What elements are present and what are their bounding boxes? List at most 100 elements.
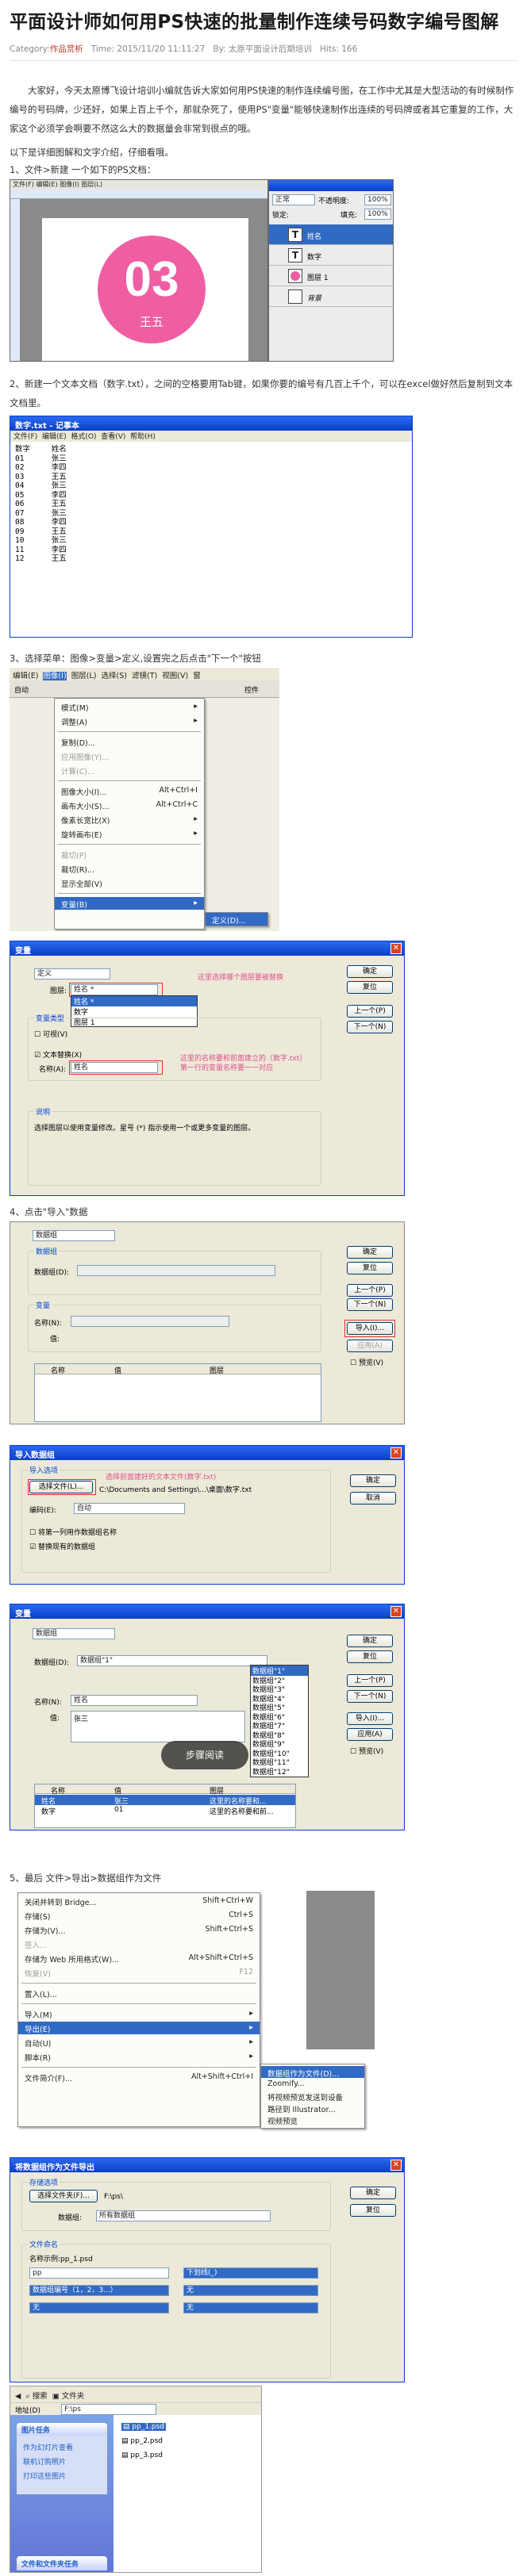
menu-edit[interactable]: 编辑(E) bbox=[13, 672, 38, 680]
reset-button[interactable]: 复位 bbox=[347, 981, 393, 994]
file-item[interactable]: ▤ pp_2.psd bbox=[121, 2437, 163, 2445]
first-column-checkbox[interactable]: ☐ 将第一列用作数据组名称 bbox=[29, 1527, 117, 1537]
name-select[interactable] bbox=[71, 1316, 229, 1327]
panel-title[interactable]: 图片任务 bbox=[17, 2423, 107, 2436]
naming-field-2[interactable]: 下划线(_) bbox=[183, 2267, 318, 2279]
dataset-select[interactable] bbox=[77, 1265, 275, 1276]
text-replace-checkbox[interactable]: ☑ 文本替换(X) bbox=[34, 1049, 82, 1060]
dropdown-option[interactable]: 姓名 * bbox=[71, 996, 197, 1006]
import-button[interactable]: 导入(I)... bbox=[347, 1712, 393, 1725]
file-item[interactable]: ▤ pp_3.psd bbox=[121, 2451, 163, 2459]
task-print[interactable]: 打印这些图片 bbox=[23, 2471, 66, 2481]
notepad-menu-edit[interactable]: 编辑(E) bbox=[42, 433, 67, 441]
menu-item[interactable]: 应用图像(Y)... bbox=[55, 749, 204, 762]
menu-item[interactable]: 签入... bbox=[18, 1938, 260, 1950]
submenu-item[interactable]: 数据组作为文件(D)... bbox=[261, 2066, 364, 2079]
ok-button[interactable]: 确定 bbox=[347, 1246, 393, 1259]
menu-item[interactable]: 文件简介(F)... Alt+Shift+Ctrl+I bbox=[18, 2071, 260, 2083]
mode-select[interactable]: 数据组 bbox=[33, 1628, 115, 1639]
folder-icon[interactable]: ▣ bbox=[52, 2392, 60, 2401]
submenu-item[interactable]: Zoomify... bbox=[261, 2078, 364, 2090]
search-button[interactable]: 搜索 bbox=[33, 2392, 48, 2401]
ps-canvas[interactable]: 03 王五 bbox=[42, 218, 248, 361]
menu-item[interactable]: 调整(A) ▸ bbox=[55, 715, 204, 727]
menu-item[interactable]: 模式(M) ▸ bbox=[55, 700, 204, 713]
menu-image[interactable]: 图像(I) bbox=[43, 672, 67, 680]
menu-item[interactable]: 变量(B) ▸ bbox=[55, 897, 204, 910]
menu-item[interactable]: 像素长宽比(X) ▸ bbox=[55, 813, 204, 826]
table-row[interactable]: 姓名 张三 这里的名称要和... bbox=[35, 1795, 295, 1806]
submenu-item[interactable]: 视频预览 bbox=[261, 2114, 364, 2126]
menu-item[interactable]: 脚本(R) ▸ bbox=[18, 2050, 260, 2063]
prev-button[interactable]: 上一个(P) bbox=[347, 1674, 393, 1687]
dataset-option[interactable]: 数据组"12" bbox=[251, 1766, 308, 1777]
ok-button[interactable]: 确定 bbox=[350, 1474, 396, 1487]
address-input[interactable]: F:\ps bbox=[61, 2404, 156, 2415]
mode-select[interactable]: 数据组 bbox=[33, 1230, 115, 1241]
reset-button[interactable]: 复位 bbox=[347, 1262, 393, 1275]
table-row[interactable]: 数字 01 这里的名称要和前... bbox=[35, 1805, 295, 1816]
menu-item[interactable]: 存储为 Web 所用格式(W)... Alt+Shift+Ctrl+S bbox=[18, 1952, 260, 1965]
naming-field-6[interactable]: 无 bbox=[183, 2302, 318, 2313]
prev-button[interactable]: 上一个(P) bbox=[347, 1005, 393, 1018]
reset-button[interactable]: 复位 bbox=[350, 2204, 396, 2217]
menu-item[interactable]: 自动(U) ▸ bbox=[18, 2036, 260, 2049]
menu-item[interactable]: 导入(M) ▸ bbox=[18, 2007, 260, 2020]
menu-view[interactable]: 视图(V) bbox=[162, 672, 188, 680]
menu-item[interactable]: 存储(S) Ctrl+S bbox=[18, 1909, 260, 1922]
menu-select[interactable]: 选择(S) bbox=[102, 672, 127, 680]
ps-menu-image[interactable]: 图像(I) bbox=[60, 181, 79, 188]
ps-menu-layer[interactable]: 图层(L) bbox=[81, 181, 102, 188]
notepad-text[interactable]: 数字 姓名 01 张三 02 李四 03 王五 04 张三 05 李四 06 王… bbox=[15, 445, 67, 564]
preview-checkbox[interactable]: ☐ 预览(V) bbox=[350, 1357, 383, 1367]
file-tasks-title[interactable]: 文件和文件夹任务 bbox=[17, 2556, 107, 2570]
replace-checkbox[interactable]: ☑ 替换现有的数据组 bbox=[29, 1541, 95, 1551]
menu-item[interactable]: 显示全部(V) bbox=[55, 876, 204, 889]
apply-button[interactable]: 应用(A) bbox=[347, 1728, 393, 1741]
reset-button[interactable]: 复位 bbox=[347, 1650, 393, 1663]
mode-select[interactable]: 定义 bbox=[34, 968, 110, 979]
dropdown-option[interactable]: 数字 bbox=[74, 1006, 88, 1017]
blend-mode-select[interactable]: 正常 bbox=[272, 194, 315, 205]
menu-item[interactable]: 恢复(V) F12 bbox=[18, 1966, 260, 1979]
naming-field-3[interactable]: 数据组编号（1，2，3...） bbox=[29, 2285, 169, 2296]
task-order-photos[interactable]: 联机订购照片 bbox=[23, 2456, 66, 2467]
file-item[interactable]: ▤ pp_1.psd bbox=[121, 2423, 167, 2431]
next-button[interactable]: 下一个(N) bbox=[347, 1690, 393, 1703]
value-textarea[interactable]: 张三 bbox=[71, 1711, 245, 1742]
close-icon[interactable]: ✕ bbox=[390, 2160, 402, 2171]
encoding-select[interactable]: 自动 bbox=[74, 1503, 185, 1514]
back-icon[interactable]: ◀ bbox=[15, 2392, 21, 2401]
ok-button[interactable]: 确定 bbox=[350, 2187, 396, 2199]
notepad-menu-help[interactable]: 帮助(H) bbox=[130, 433, 156, 441]
apply-button[interactable]: 应用(A) bbox=[347, 1340, 393, 1352]
task-slideshow[interactable]: 作为幻灯片查看 bbox=[23, 2442, 73, 2452]
naming-field-4[interactable]: 无 bbox=[183, 2285, 318, 2296]
close-icon[interactable]: ✕ bbox=[390, 943, 402, 954]
ok-button[interactable]: 确定 bbox=[347, 965, 393, 978]
menu-item[interactable]: 图像大小(I)... Alt+Ctrl+I bbox=[55, 784, 204, 797]
dataset-select[interactable]: 所有数据组 bbox=[96, 2210, 271, 2221]
naming-field-1[interactable]: pp bbox=[29, 2267, 169, 2279]
close-icon[interactable]: ✕ bbox=[390, 1447, 402, 1459]
close-icon[interactable]: ✕ bbox=[390, 1606, 402, 1617]
category-link[interactable]: 作品赏析 bbox=[50, 44, 83, 54]
ps-menu-file[interactable]: 文件(F) bbox=[13, 181, 34, 188]
layer-row-number[interactable]: T 数字 bbox=[269, 245, 393, 266]
menu-item[interactable]: 复制(D)... bbox=[55, 735, 204, 748]
step-reading-overlay[interactable]: 步骤阅读 bbox=[161, 1741, 248, 1769]
menu-item[interactable]: 关闭并转到 Bridge... Shift+Ctrl+W bbox=[18, 1895, 260, 1907]
preview-checkbox[interactable]: ☐ 预览(V) bbox=[350, 1746, 383, 1756]
folders-button[interactable]: 文件夹 bbox=[62, 2392, 85, 2401]
menu-window[interactable]: 窗 bbox=[193, 672, 201, 680]
next-button[interactable]: 下一个(N) bbox=[347, 1021, 393, 1033]
layer-row-background[interactable]: 背景 bbox=[269, 286, 393, 307]
menu-item[interactable]: 计算(C)... bbox=[55, 764, 204, 776]
cancel-button[interactable]: 取消 bbox=[350, 1492, 396, 1505]
menu-layer[interactable]: 图层(L) bbox=[71, 672, 97, 680]
naming-field-5[interactable]: 无 bbox=[29, 2302, 169, 2313]
notepad-menu-view[interactable]: 查看(V) bbox=[101, 433, 125, 441]
search-icon[interactable]: ⌕ bbox=[25, 2392, 29, 2401]
layer-row-circle[interactable]: 图层 1 bbox=[269, 266, 393, 286]
opacity-input[interactable]: 100% bbox=[364, 194, 391, 205]
